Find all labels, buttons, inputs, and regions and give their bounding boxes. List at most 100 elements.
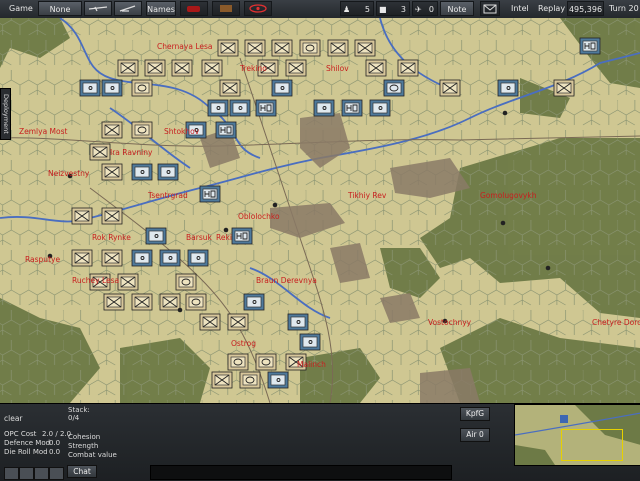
unit-counter[interactable]: [199, 313, 221, 331]
unit-counter[interactable]: [255, 99, 277, 117]
unit-counter[interactable]: [299, 39, 321, 57]
unit-counter[interactable]: [287, 313, 309, 331]
unit-counter[interactable]: [103, 293, 125, 311]
unit-counter[interactable]: [71, 207, 93, 225]
unit-counter[interactable]: [243, 293, 265, 311]
unit-counter[interactable]: [101, 79, 123, 97]
minimap[interactable]: [514, 404, 640, 466]
envelope-button[interactable]: [480, 1, 500, 16]
unit-counter[interactable]: [131, 293, 153, 311]
unit-counter[interactable]: [117, 59, 139, 77]
chat-button[interactable]: Chat: [67, 465, 97, 478]
air-value: 0: [478, 430, 484, 439]
unit-counter[interactable]: [145, 227, 167, 245]
none-button[interactable]: None: [38, 1, 82, 16]
artillery-filter-button[interactable]: [114, 1, 142, 16]
unit-counter[interactable]: [369, 99, 391, 117]
unit-counter[interactable]: [159, 293, 181, 311]
unit-counter[interactable]: [199, 185, 221, 203]
formation-icon[interactable]: [19, 467, 34, 480]
unit-counter[interactable]: [89, 143, 111, 161]
artillery-icon: [119, 5, 136, 12]
supply-icon[interactable]: [34, 467, 49, 480]
air-count[interactable]: ✈ 0: [412, 1, 438, 16]
unit-counter[interactable]: [497, 79, 519, 97]
game-menu[interactable]: Game: [9, 1, 33, 16]
unit-counter[interactable]: [157, 163, 179, 181]
unit-counter[interactable]: [201, 59, 223, 77]
unit-counter[interactable]: [255, 353, 277, 371]
infantry-count[interactable]: ♟ 5: [340, 1, 374, 16]
unit-counter[interactable]: [397, 59, 419, 77]
unit-counter[interactable]: [71, 249, 93, 267]
unit-counter[interactable]: [439, 79, 461, 97]
names-button[interactable]: Names: [146, 1, 176, 16]
terrain-type: clear: [4, 414, 23, 423]
unit-counter[interactable]: [327, 39, 349, 57]
note-button[interactable]: Note: [440, 1, 474, 16]
unit-counter[interactable]: [341, 99, 363, 117]
unit-counter[interactable]: [579, 37, 601, 55]
minimap-viewport[interactable]: [561, 429, 623, 461]
terrain-layer[interactable]: [0, 18, 640, 403]
unit-counter[interactable]: [365, 59, 387, 77]
unit-counter[interactable]: [299, 333, 321, 351]
unit-counter[interactable]: [131, 121, 153, 139]
unit-counter[interactable]: [101, 163, 123, 181]
unit-counter[interactable]: [219, 79, 241, 97]
unit-counter[interactable]: [383, 79, 405, 97]
box-button[interactable]: [212, 1, 240, 16]
vehicle-count[interactable]: ■ 3: [376, 1, 410, 16]
die-roll-mod-value: 0.0: [49, 448, 61, 456]
unit-counter[interactable]: [553, 79, 575, 97]
kpfg-button[interactable]: KpfG: [460, 407, 490, 421]
eye-toggle-icon[interactable]: [49, 467, 64, 480]
unit-counter[interactable]: [244, 39, 266, 57]
unit-counter[interactable]: [354, 39, 376, 57]
unit-counter[interactable]: [159, 249, 181, 267]
unit-counter[interactable]: [285, 59, 307, 77]
replay-button[interactable]: Replay: [538, 1, 565, 16]
unit-counter[interactable]: [101, 121, 123, 139]
unit-counter[interactable]: [227, 313, 249, 331]
strength-label: Strength: [68, 442, 99, 450]
unit-counter[interactable]: [175, 273, 197, 291]
red-unit-button[interactable]: [180, 1, 208, 16]
unit-counter[interactable]: [171, 59, 193, 77]
unit-counter[interactable]: [101, 207, 123, 225]
tank-count-icon: ■: [379, 5, 387, 14]
weapon-filter-button[interactable]: [84, 1, 112, 16]
chat-input[interactable]: [150, 465, 452, 480]
intel-button[interactable]: Intel: [511, 1, 529, 16]
unit-counter[interactable]: [131, 249, 153, 267]
unit-list-icon[interactable]: [4, 467, 19, 480]
town-label: Braun Derevnya: [256, 276, 317, 285]
unit-counter[interactable]: [215, 121, 237, 139]
unit-counter[interactable]: [229, 99, 251, 117]
unit-counter[interactable]: [271, 39, 293, 57]
unit-counter[interactable]: [187, 249, 209, 267]
unit-counter[interactable]: [217, 39, 239, 57]
air-button[interactable]: Air 0: [460, 428, 490, 442]
unit-counter[interactable]: [271, 79, 293, 97]
unit-counter[interactable]: [79, 79, 101, 97]
town-label: Rok Rynke: [92, 233, 131, 242]
hex-map[interactable]: Chernaya Lesa Trekino Shilov Zemlya Most…: [0, 18, 640, 403]
unit-counter[interactable]: [144, 59, 166, 77]
minimap-unit-marker: [560, 415, 568, 423]
unit-counter[interactable]: [267, 371, 289, 389]
defence-mod-label: Defence Mod: [4, 439, 51, 447]
visibility-button[interactable]: [244, 1, 272, 16]
unit-counter[interactable]: [101, 249, 123, 267]
unit-counter[interactable]: [313, 99, 335, 117]
unit-counter[interactable]: [131, 163, 153, 181]
unit-counter[interactable]: [131, 79, 153, 97]
unit-counter[interactable]: [207, 99, 229, 117]
unit-counter[interactable]: [211, 371, 233, 389]
unit-counter[interactable]: [227, 353, 249, 371]
unit-counter[interactable]: [231, 227, 253, 245]
deployment-tab[interactable]: Deployment: [0, 88, 11, 140]
unit-counter[interactable]: [185, 293, 207, 311]
unit-counter[interactable]: [117, 273, 139, 291]
unit-counter[interactable]: [239, 371, 261, 389]
